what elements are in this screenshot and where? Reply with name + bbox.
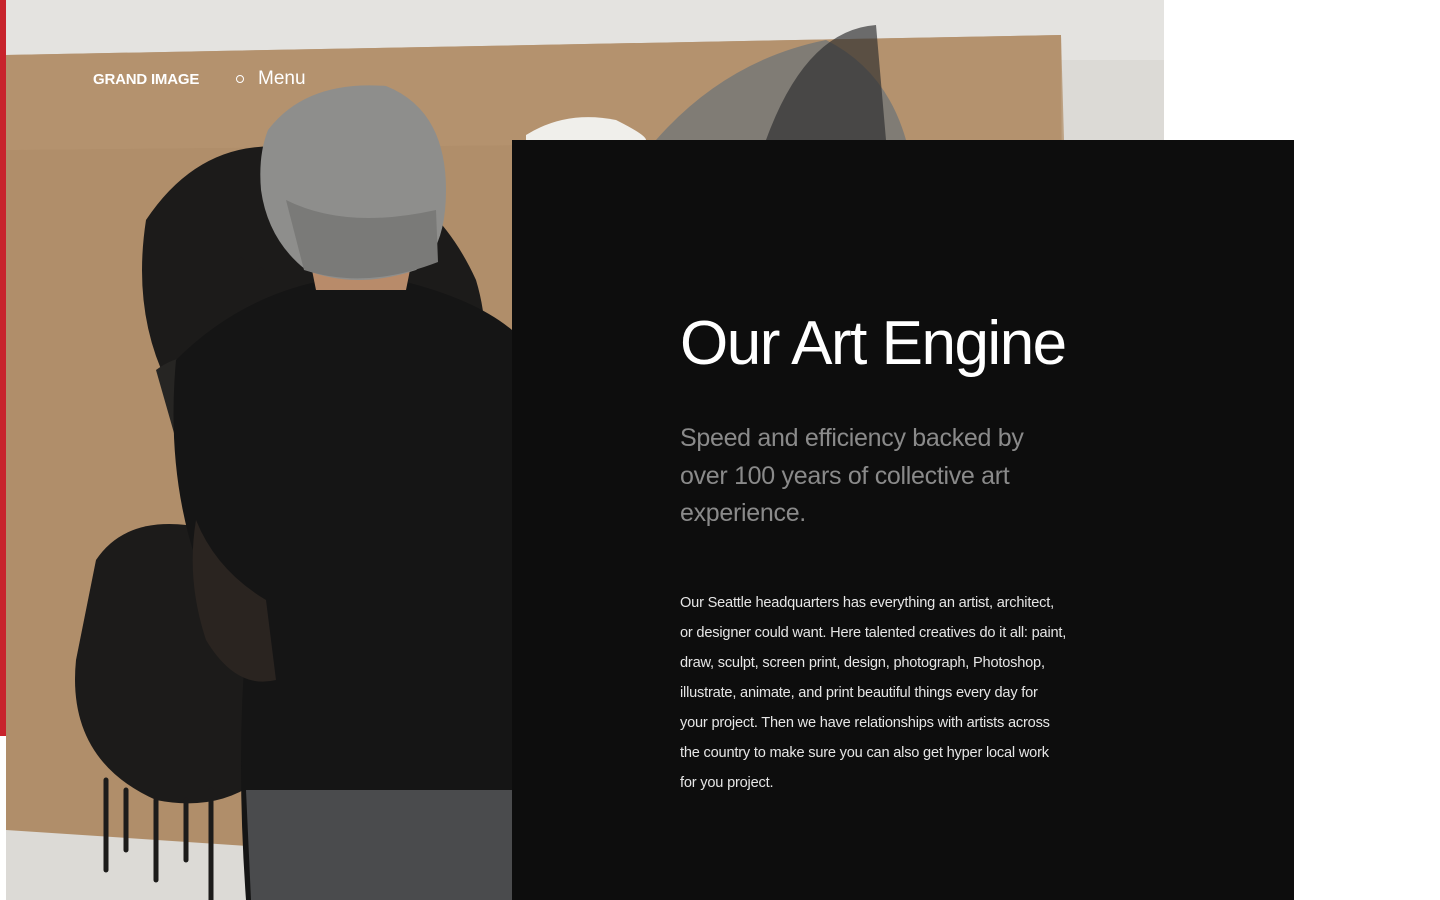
- menu-dot-icon: [236, 75, 244, 83]
- menu-label: Menu: [258, 68, 306, 89]
- page: GRAND IMAGE Menu Our Art Engine Speed an…: [0, 0, 1440, 900]
- brand-logo[interactable]: GRAND IMAGE: [93, 71, 199, 88]
- page-title: Our Art Engine: [680, 309, 1067, 378]
- body-paragraph: Our Seattle headquarters has everything …: [680, 595, 1067, 791]
- menu-button[interactable]: Menu: [236, 66, 306, 92]
- lead-paragraph: Speed and efficiency backed by over 100 …: [680, 424, 1024, 527]
- content-panel: Our Art Engine Speed and efficiency back…: [512, 140, 1294, 900]
